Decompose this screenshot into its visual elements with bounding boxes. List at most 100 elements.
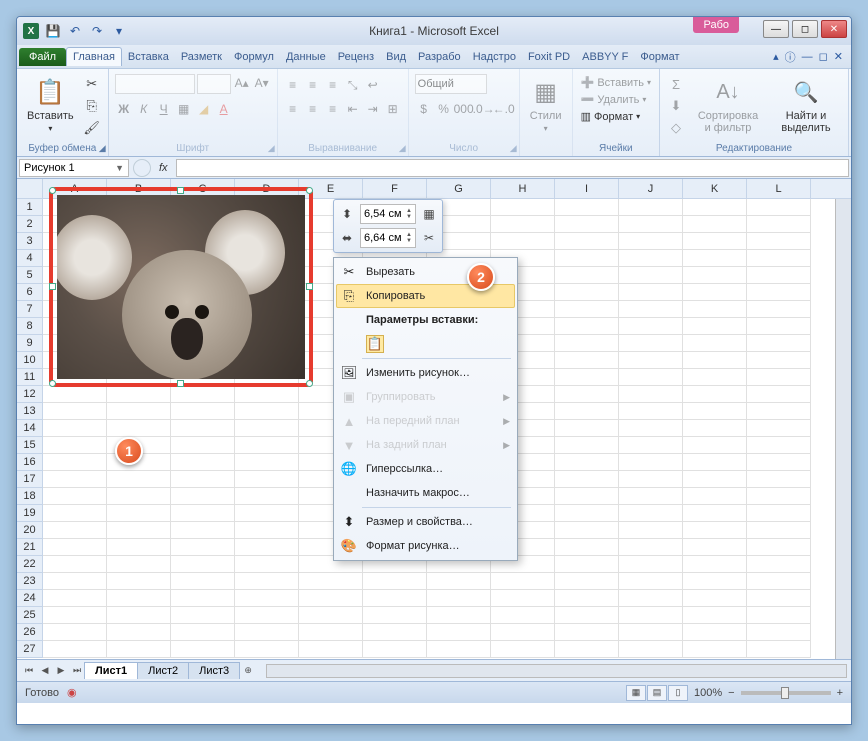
col-header[interactable]: J: [619, 179, 683, 198]
cell[interactable]: [683, 641, 747, 658]
cell[interactable]: [43, 505, 107, 522]
zoom-out-button[interactable]: −: [728, 687, 734, 699]
cell[interactable]: [683, 318, 747, 335]
cell[interactable]: [619, 369, 683, 386]
dec-decimal-icon[interactable]: ←.0: [495, 100, 513, 118]
cell[interactable]: [619, 607, 683, 624]
minimize-button[interactable]: —: [763, 20, 789, 38]
resize-handle-s[interactable]: [177, 380, 184, 387]
cell[interactable]: [747, 284, 811, 301]
row-headers[interactable]: 1234567891011121314151617181920212223242…: [17, 199, 43, 658]
cell[interactable]: [747, 386, 811, 403]
cell[interactable]: [491, 641, 555, 658]
cell[interactable]: [619, 250, 683, 267]
inserted-picture[interactable]: [49, 187, 313, 387]
cell[interactable]: [555, 199, 619, 216]
cell[interactable]: [555, 352, 619, 369]
cell[interactable]: [747, 369, 811, 386]
new-sheet-button[interactable]: ⊕: [240, 663, 256, 679]
cell[interactable]: [619, 386, 683, 403]
row-header[interactable]: 26: [17, 624, 42, 641]
resize-handle-ne[interactable]: [306, 187, 313, 194]
name-box[interactable]: Рисунок 1 ▼: [19, 159, 129, 177]
cell[interactable]: [555, 386, 619, 403]
row-header[interactable]: 20: [17, 522, 42, 539]
border-icon[interactable]: ▦: [175, 100, 193, 118]
cell[interactable]: [363, 573, 427, 590]
cell[interactable]: [555, 335, 619, 352]
qat-dropdown-icon[interactable]: ▾: [109, 21, 129, 41]
insert-cells-button[interactable]: ➕Вставить▾: [579, 74, 653, 91]
cell[interactable]: [683, 233, 747, 250]
tab-foxit[interactable]: Foxit PD: [522, 48, 576, 66]
align-center-icon[interactable]: ≡: [304, 100, 322, 118]
col-header[interactable]: G: [427, 179, 491, 198]
cell[interactable]: [683, 471, 747, 488]
cell[interactable]: [235, 471, 299, 488]
cell[interactable]: [43, 539, 107, 556]
cell[interactable]: [619, 488, 683, 505]
mdi-restore-icon[interactable]: ◻: [819, 50, 828, 63]
indent-dec-icon[interactable]: ⇤: [344, 100, 362, 118]
align-bot-icon[interactable]: ≡: [324, 76, 342, 94]
col-header[interactable]: L: [747, 179, 811, 198]
row-header[interactable]: 4: [17, 250, 42, 267]
cell[interactable]: [555, 267, 619, 284]
cell[interactable]: [43, 386, 107, 403]
cell[interactable]: [43, 556, 107, 573]
ctx-change-picture[interactable]: 🖼Изменить рисунок…: [336, 361, 515, 385]
cell[interactable]: [107, 420, 171, 437]
cell[interactable]: [43, 454, 107, 471]
grow-font-icon[interactable]: A▴: [233, 74, 251, 92]
underline-icon[interactable]: Ч: [155, 100, 173, 118]
vertical-scrollbar[interactable]: [835, 199, 851, 659]
align-launcher-icon[interactable]: ◢: [399, 143, 406, 154]
cell[interactable]: [619, 590, 683, 607]
cell[interactable]: [107, 573, 171, 590]
row-header[interactable]: 16: [17, 454, 42, 471]
cell[interactable]: [747, 505, 811, 522]
row-header[interactable]: 6: [17, 284, 42, 301]
cell[interactable]: [555, 318, 619, 335]
cell[interactable]: [107, 624, 171, 641]
row-header[interactable]: 8: [17, 318, 42, 335]
save-icon[interactable]: 💾: [43, 21, 63, 41]
tab-layout[interactable]: Разметк: [175, 48, 228, 66]
cell[interactable]: [43, 403, 107, 420]
height-spinner[interactable]: 6,54 см▲▼: [360, 204, 416, 224]
cell[interactable]: [43, 590, 107, 607]
horizontal-scrollbar[interactable]: [266, 664, 847, 678]
crop-height-icon[interactable]: ⬍: [338, 205, 356, 223]
col-header[interactable]: H: [491, 179, 555, 198]
cell[interactable]: [683, 522, 747, 539]
cell[interactable]: [171, 505, 235, 522]
cell[interactable]: [363, 607, 427, 624]
sheet-tab-1[interactable]: Лист1: [84, 662, 138, 679]
cell[interactable]: [171, 624, 235, 641]
cell[interactable]: [299, 641, 363, 658]
tab-data[interactable]: Данные: [280, 48, 332, 66]
cell[interactable]: [619, 420, 683, 437]
cell[interactable]: [491, 573, 555, 590]
cell[interactable]: [683, 573, 747, 590]
cell[interactable]: [683, 624, 747, 641]
cell[interactable]: [683, 335, 747, 352]
orientation-icon[interactable]: ⤡: [344, 76, 362, 94]
row-header[interactable]: 10: [17, 352, 42, 369]
row-header[interactable]: 25: [17, 607, 42, 624]
cell[interactable]: [747, 573, 811, 590]
cell[interactable]: [299, 573, 363, 590]
resize-handle-n[interactable]: [177, 187, 184, 194]
cell[interactable]: [491, 233, 555, 250]
cell[interactable]: [107, 539, 171, 556]
cell[interactable]: [747, 250, 811, 267]
formula-input[interactable]: [176, 159, 849, 177]
cell[interactable]: [555, 233, 619, 250]
col-header[interactable]: K: [683, 179, 747, 198]
cell[interactable]: [555, 607, 619, 624]
font-launcher-icon[interactable]: ◢: [268, 143, 275, 154]
cell[interactable]: [619, 199, 683, 216]
resize-handle-w[interactable]: [49, 283, 56, 290]
resize-handle-sw[interactable]: [49, 380, 56, 387]
macro-record-icon[interactable]: ◉: [67, 686, 77, 699]
